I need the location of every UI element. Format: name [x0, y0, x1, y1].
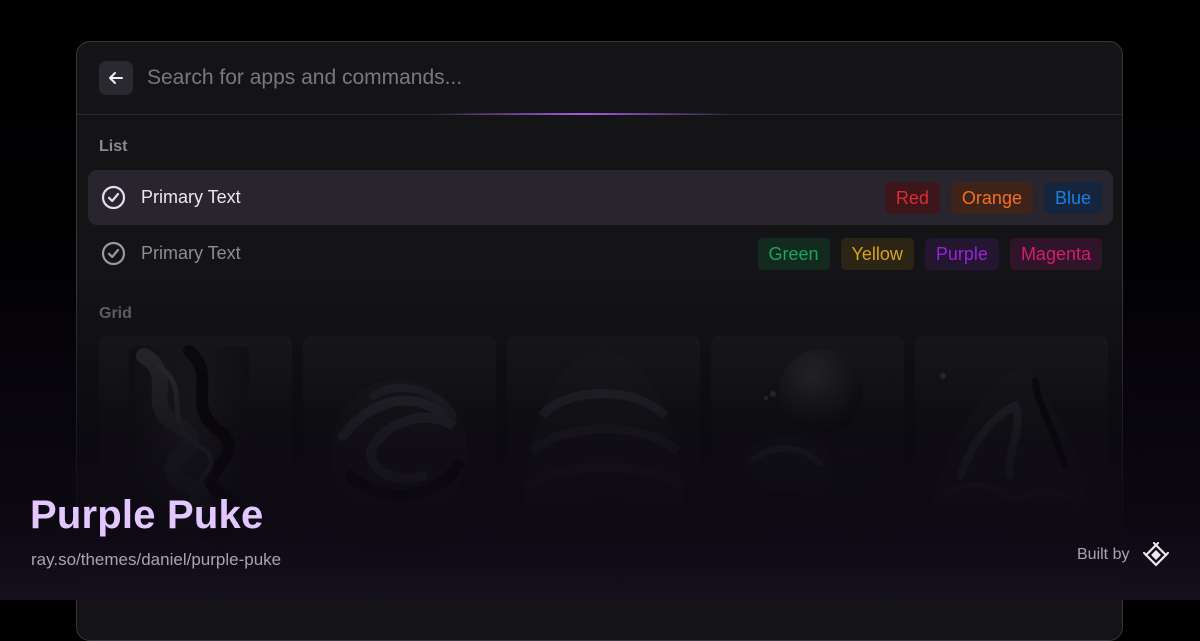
tag-green: Green	[757, 238, 830, 270]
check-circle-icon	[101, 185, 126, 210]
search-progress-glow	[432, 113, 732, 115]
theme-title: Purple Puke	[30, 493, 264, 537]
check-circle-icon	[101, 241, 126, 266]
tag-yellow: Yellow	[840, 238, 914, 270]
tag-purple: Purple	[924, 238, 999, 270]
search-input[interactable]	[147, 62, 847, 94]
grid-item-sphere-cluster-sculpture[interactable]	[711, 336, 904, 596]
back-button[interactable]	[99, 61, 133, 95]
list-item[interactable]: Primary Text Green Yellow Purple Magenta	[88, 226, 1113, 281]
tag-group: Green Yellow Purple Magenta	[757, 238, 1102, 270]
search-bar	[77, 42, 1122, 115]
tag-magenta: Magenta	[1009, 238, 1102, 270]
grid-item-half-dome-sculpture[interactable]	[507, 336, 700, 596]
raycast-logo-icon[interactable]	[1143, 542, 1169, 568]
list-item-text: Primary Text	[141, 243, 241, 263]
grid-item-swirl-shell-sculpture[interactable]	[303, 336, 496, 596]
tag-group: Red Orange Blue	[884, 182, 1102, 214]
arrow-left-icon	[109, 72, 123, 84]
tag-orange: Orange	[950, 182, 1033, 214]
theme-url[interactable]: ray.so/themes/daniel/purple-puke	[31, 550, 281, 570]
list-item-text: Primary Text	[141, 187, 241, 207]
tag-blue: Blue	[1043, 182, 1102, 214]
section-title-grid: Grid	[99, 305, 132, 322]
built-by-label: Built by	[1077, 546, 1130, 563]
tag-red: Red	[884, 182, 940, 214]
section-title-list: List	[99, 138, 128, 155]
list-item-selected[interactable]: Primary Text Red Orange Blue	[88, 170, 1113, 225]
